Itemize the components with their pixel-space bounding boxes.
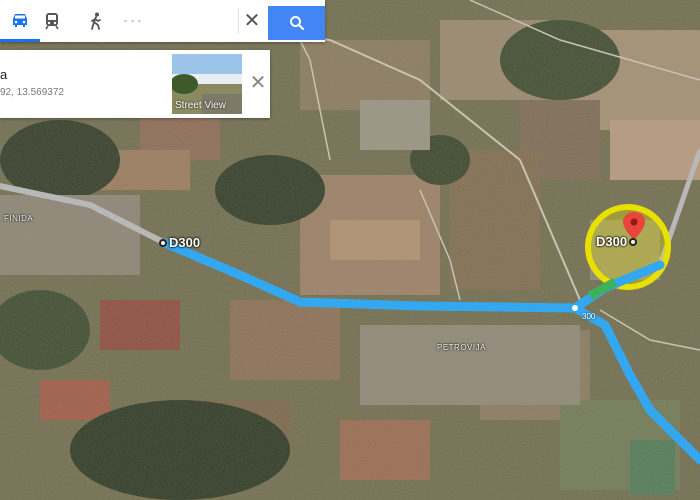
- transit-icon: [45, 13, 59, 30]
- location-pin-center: [630, 218, 638, 226]
- road-label-text: D300: [596, 234, 628, 249]
- close-card-button[interactable]: ✕: [248, 70, 268, 96]
- town-label-finida: FINIDA: [4, 214, 34, 223]
- road-label-text: D300: [169, 235, 201, 250]
- place-name[interactable]: a: [0, 67, 7, 82]
- road-marker-icon: [629, 237, 638, 246]
- car-icon: [13, 13, 27, 27]
- place-coordinates: 92, 13.569372: [0, 87, 64, 98]
- place-info-card: a 92, 13.569372 Street View ✕: [0, 50, 270, 118]
- street-view-label: Street View: [175, 100, 226, 111]
- search-icon: [289, 16, 304, 31]
- route-number-label: 300: [582, 312, 596, 321]
- close-directions-button[interactable]: ✕: [238, 8, 265, 34]
- transit-mode-tab[interactable]: [32, 0, 72, 42]
- directions-toolbar: ··· ✕: [0, 0, 325, 42]
- road-label-d300-left: D300: [159, 235, 200, 250]
- walk-icon: [91, 12, 101, 30]
- road-label-d300-right: D300: [596, 234, 638, 249]
- route-junction: [572, 305, 578, 311]
- road-marker-icon: [159, 238, 167, 247]
- walking-mode-tab[interactable]: [76, 0, 116, 42]
- street-view-thumbnail[interactable]: Street View: [172, 54, 242, 114]
- search-button[interactable]: [268, 6, 325, 40]
- town-label-petrovija: PETROVIJA: [437, 343, 486, 352]
- more-modes-button[interactable]: ···: [118, 10, 148, 31]
